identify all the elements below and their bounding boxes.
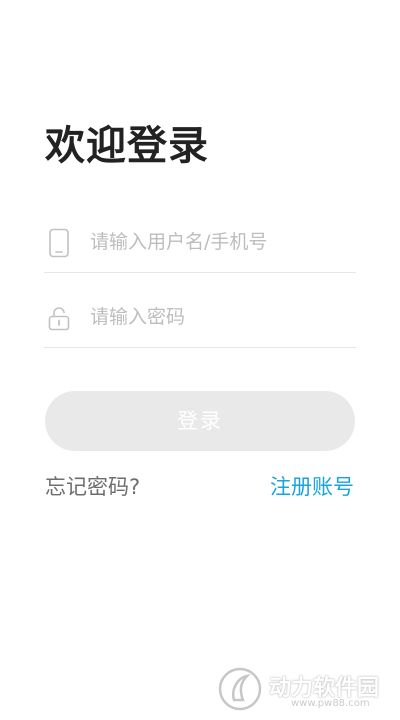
lock-icon bbox=[48, 307, 70, 331]
password-field[interactable] bbox=[44, 287, 356, 348]
register-link[interactable]: 注册账号 bbox=[270, 472, 354, 502]
watermark-logo bbox=[218, 667, 262, 711]
username-field[interactable] bbox=[44, 212, 356, 273]
watermark: 动力软件园 www.pw88.com bbox=[217, 664, 392, 714]
login-title: 欢迎登录 bbox=[45, 123, 209, 169]
phone-icon bbox=[49, 228, 69, 258]
username-input[interactable] bbox=[90, 212, 350, 272]
password-input[interactable] bbox=[90, 287, 350, 347]
forgot-password-link[interactable]: 忘记密码? bbox=[45, 472, 140, 502]
watermark-url: www.pw88.com bbox=[291, 698, 370, 709]
login-button[interactable]: 登录 bbox=[45, 391, 355, 451]
